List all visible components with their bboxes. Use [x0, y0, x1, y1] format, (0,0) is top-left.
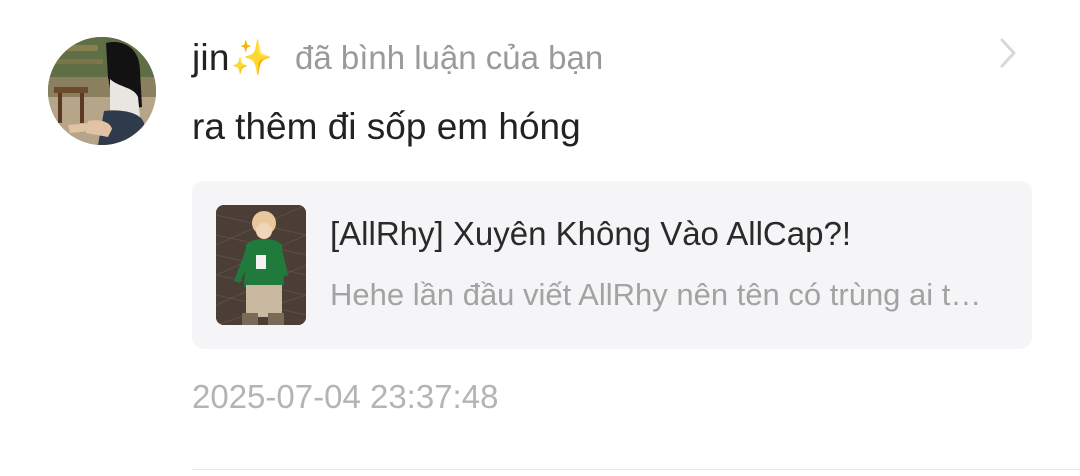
avatar-photo-icon: [48, 37, 156, 145]
user-avatar[interactable]: [48, 37, 156, 145]
action-text: đã bình luận của bạn: [294, 39, 604, 76]
story-title: [AllRhy] Xuyên Không Vào AllCap?!: [330, 215, 851, 252]
story-excerpt: Hehe lần đầu viết AllRhy nên tên có trùn…: [330, 277, 994, 312]
story-card[interactable]: [AllRhy] Xuyên Không Vào AllCap?! Hehe l…: [192, 181, 1032, 349]
notification-header: jin ✨ đã bình luận của bạn: [192, 28, 603, 88]
comment-text: ra thêm đi sốp em hóng: [192, 106, 581, 147]
story-cover-thumbnail[interactable]: [216, 205, 306, 325]
story-cover-icon: [216, 205, 306, 325]
comment-notification-item[interactable]: jin ✨ đã bình luận của bạn ra thêm đi số…: [0, 0, 1080, 476]
sparkles-emoji: ✨: [230, 38, 273, 78]
chevron-right-icon[interactable]: [994, 36, 1022, 70]
comment-timestamp: 2025-07-04 23:37:48: [192, 378, 499, 415]
username[interactable]: jin: [192, 37, 230, 79]
divider: [192, 469, 1080, 470]
